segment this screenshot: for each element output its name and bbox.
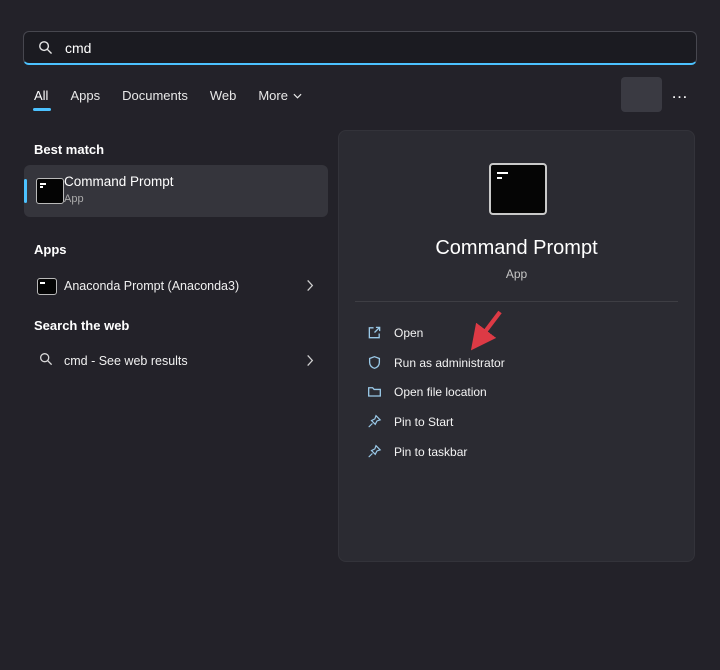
preview-title: Command Prompt: [339, 237, 694, 260]
best-match-subtitle: App: [64, 193, 84, 205]
search-filter-tabs: All Apps Documents Web More: [34, 88, 302, 103]
toolbar-hover-square[interactable]: [621, 77, 662, 112]
pin-icon: [367, 414, 382, 429]
folder-icon: [367, 384, 382, 399]
best-match-header: Best match: [34, 142, 104, 157]
selection-accent-bar: [24, 179, 27, 203]
preview-panel: Command Prompt App Open Run as administr…: [338, 130, 695, 562]
result-web-search[interactable]: cmd - See web results: [24, 342, 328, 380]
result-anaconda-prompt[interactable]: Anaconda Prompt (Anaconda3): [24, 266, 328, 306]
tab-more-label: More: [258, 88, 288, 103]
result-label: cmd - See web results: [64, 354, 188, 368]
result-label: Anaconda Prompt (Anaconda3): [64, 279, 239, 293]
open-icon: [367, 325, 382, 340]
best-match-result-command-prompt[interactable]: Command Prompt App: [24, 165, 328, 217]
anaconda-prompt-icon: [37, 278, 57, 295]
tab-all-label: All: [34, 88, 48, 103]
active-tab-indicator: [33, 108, 51, 111]
action-pin-to-taskbar[interactable]: Pin to taskbar: [355, 438, 680, 465]
action-label: Open file location: [394, 385, 487, 399]
start-search-flyout: All Apps Documents Web More … Best match…: [0, 0, 720, 670]
tab-web[interactable]: Web: [210, 88, 237, 103]
command-prompt-icon: [36, 178, 64, 204]
command-prompt-icon: [489, 163, 547, 215]
tab-documents[interactable]: Documents: [122, 88, 188, 103]
chevron-down-icon: [293, 93, 302, 99]
best-match-title: Command Prompt: [64, 174, 174, 189]
action-label: Open: [394, 326, 423, 340]
action-run-as-administrator[interactable]: Run as administrator: [355, 349, 680, 376]
chevron-right-icon[interactable]: [306, 354, 314, 367]
options-overflow-button[interactable]: …: [664, 83, 696, 103]
chevron-right-icon[interactable]: [306, 279, 314, 292]
action-pin-to-start[interactable]: Pin to Start: [355, 408, 680, 435]
divider: [355, 301, 678, 302]
action-label: Pin to Start: [394, 415, 453, 429]
apps-header: Apps: [34, 242, 67, 257]
tab-web-label: Web: [210, 88, 237, 103]
action-label: Pin to taskbar: [394, 445, 467, 459]
tab-all[interactable]: All: [34, 88, 48, 103]
preview-subtitle: App: [339, 267, 694, 281]
tab-apps[interactable]: Apps: [70, 88, 100, 103]
search-icon: [39, 352, 53, 366]
search-input[interactable]: [63, 39, 627, 57]
action-open[interactable]: Open: [355, 319, 680, 346]
tab-documents-label: Documents: [122, 88, 188, 103]
action-label: Run as administrator: [394, 356, 505, 370]
action-open-file-location[interactable]: Open file location: [355, 378, 680, 405]
pin-icon: [367, 444, 382, 459]
tab-apps-label: Apps: [70, 88, 100, 103]
search-the-web-header: Search the web: [34, 318, 129, 333]
search-icon: [38, 40, 53, 55]
search-box[interactable]: [23, 31, 697, 65]
tab-more[interactable]: More: [258, 88, 302, 103]
shield-icon: [367, 355, 382, 370]
